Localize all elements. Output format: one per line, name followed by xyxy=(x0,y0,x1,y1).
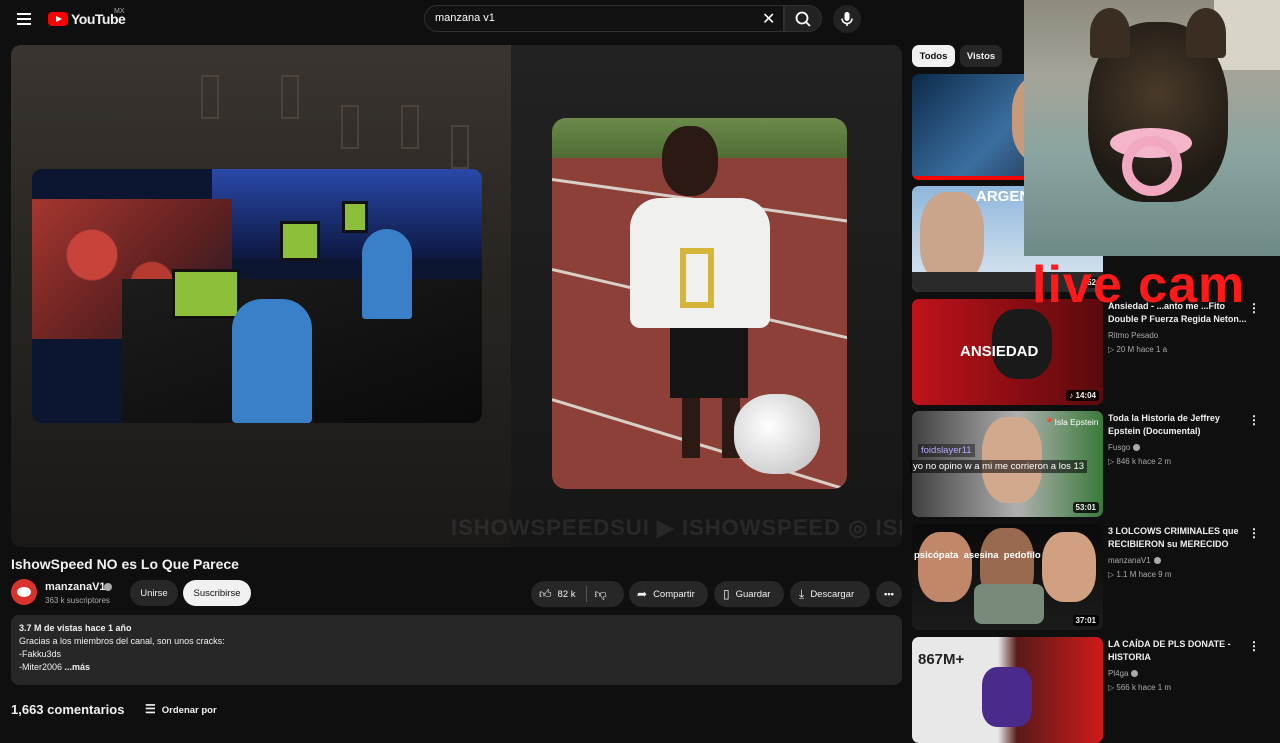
channel-name[interactable]: Fusgo xyxy=(1108,443,1141,452)
like-button[interactable]: 👍︎ 82 k xyxy=(539,587,576,602)
description-line: -Miter2006 xyxy=(19,662,63,672)
thumbnail-text: 867M+ xyxy=(918,651,965,668)
search-icon xyxy=(795,11,811,27)
sort-by-button[interactable]: ☰ Ordenar por xyxy=(145,702,217,716)
thumbs-up-icon: 👍︎ xyxy=(539,586,552,601)
video-duration: 53:01 xyxy=(1072,502,1099,513)
like-count: 82 k xyxy=(557,588,576,600)
video-duration: ♪ 14:04 xyxy=(1066,390,1099,401)
video-title: IshowSpeed NO es Lo Que Parece xyxy=(11,556,239,572)
join-label: Unirse xyxy=(140,587,168,599)
football-kid-image xyxy=(552,118,847,489)
more-vertical-icon[interactable]: ⋮ xyxy=(1248,413,1260,427)
description-line: Gracias a los miembros del canal, son un… xyxy=(19,636,225,646)
chat-username: foidslayer11 xyxy=(918,444,975,457)
logo-country: MX xyxy=(114,8,125,15)
save-label: Guardar xyxy=(735,588,771,600)
thumbs-down-icon: 👎︎ xyxy=(594,586,607,601)
channel-name[interactable]: Pl4ga xyxy=(1108,669,1139,678)
recommendation-item[interactable]: psicópata asesina pedofilo 37:01 3 LOLCO… xyxy=(912,524,1272,630)
share-icon: ➦ xyxy=(637,587,648,601)
channel-avatar[interactable] xyxy=(11,579,37,605)
subscribe-button[interactable]: Suscribirse xyxy=(183,580,251,606)
description-line: -Fakku3ds xyxy=(19,649,62,659)
bookmark-icon: ▯ xyxy=(723,587,730,601)
recommendation-item[interactable]: 867M+ LA CAÍDA DE PLS DONATE - HISTORIA … xyxy=(912,637,1272,743)
description-box[interactable]: 3.7 M de vistas hace 1 año Gracias a los… xyxy=(11,615,902,685)
verified-icon xyxy=(104,583,112,591)
share-label: Compartir xyxy=(653,588,695,600)
sort-icon: ☰ xyxy=(145,702,156,716)
more-vertical-icon[interactable]: ⋮ xyxy=(1248,639,1260,653)
sort-label: Ordenar por xyxy=(161,705,217,716)
video-player[interactable]: ISHOWSPEEDSUI ▶ ISHOWSPEED ◎ ISHOWSPEED xyxy=(11,45,902,547)
view-count-date: 3.7 M de vistas hace 1 año xyxy=(19,623,132,633)
show-more-link[interactable]: ...más xyxy=(65,662,91,672)
youtube-logo[interactable]: YouTube MX xyxy=(48,8,126,29)
video-meta: ▷ 846 k hace 2 m xyxy=(1108,457,1172,466)
thumbnail-text: 📍Isla Epstein xyxy=(1044,417,1099,427)
search-input[interactable]: manzana v1 xyxy=(435,12,495,24)
search-box[interactable]: manzana v1 ✕ xyxy=(424,5,784,32)
verified-icon xyxy=(1131,670,1139,677)
channel-name[interactable]: Ritmo Pesado xyxy=(1108,331,1158,340)
thumbnail-text: ANSIEDAD xyxy=(960,343,1039,360)
thumbnail-text: psicópata asesina pedofilo xyxy=(914,550,1041,561)
save-button[interactable]: ▯ Guardar xyxy=(714,581,784,607)
video-thumbnail[interactable]: psicópata asesina pedofilo 37:01 xyxy=(912,524,1103,630)
video-meta: ▷ 1.1 M hace 9 m xyxy=(1108,570,1172,579)
join-button[interactable]: Unirse xyxy=(130,580,178,606)
dislike-button[interactable]: 👎︎ xyxy=(595,587,613,602)
video-title[interactable]: LA CAÍDA DE PLS DONATE - HISTORIA xyxy=(1108,638,1248,664)
channel-name[interactable]: manzanaV1 xyxy=(1108,556,1161,565)
channel-name[interactable]: manzanaV1 xyxy=(45,581,106,593)
search-button[interactable] xyxy=(784,5,822,32)
chat-message: yo no opino w a mi me corrieron a los 13 xyxy=(910,460,1088,473)
more-vertical-icon[interactable]: ⋮ xyxy=(1248,301,1260,315)
subscriber-count: 363 k suscriptores xyxy=(45,596,110,605)
voice-search-button[interactable] xyxy=(833,5,861,33)
live-cam-label: live cam xyxy=(1032,256,1246,314)
download-label: Descargar xyxy=(810,588,855,600)
verified-icon xyxy=(1133,444,1141,451)
webcam-overlay xyxy=(1024,0,1280,256)
clear-search-icon[interactable]: ✕ xyxy=(762,9,775,29)
more-vertical-icon[interactable]: ⋮ xyxy=(1248,526,1260,540)
video-thumbnail[interactable]: 867M+ xyxy=(912,637,1103,743)
comments-count: 1,663 comentarios xyxy=(11,702,125,717)
microphone-icon xyxy=(841,12,853,26)
chip-todos[interactable]: Todos xyxy=(912,45,955,67)
video-title[interactable]: Toda la Historia de Jeffrey Epstein (Doc… xyxy=(1108,412,1248,438)
video-duration: 37:01 xyxy=(1072,615,1099,626)
chip-label: Vistos xyxy=(966,50,996,62)
video-watermark: ISHOWSPEEDSUI ▶ ISHOWSPEED ◎ ISHOWSPEED xyxy=(451,515,902,540)
play-logo-icon xyxy=(48,12,68,26)
download-icon: ⤓ xyxy=(799,586,805,601)
more-horizontal-icon: ••• xyxy=(884,588,894,600)
like-dislike-group: 👍︎ 82 k 👎︎ xyxy=(531,581,624,607)
more-actions-button[interactable]: ••• xyxy=(876,581,902,607)
video-meta: ▷ 566 k hace 1 m xyxy=(1108,683,1172,692)
thumbnail-text: ARGEN xyxy=(976,188,1031,205)
pacifier-image xyxy=(1122,136,1182,196)
chip-label: Todos xyxy=(919,50,948,62)
share-button[interactable]: ➦ Compartir xyxy=(629,581,708,607)
video-meta: ▷ 20 M hace 1 a xyxy=(1108,345,1168,354)
esports-image xyxy=(32,169,482,423)
download-button[interactable]: ⤓ Descargar xyxy=(790,581,870,607)
subscribe-label: Suscribirse xyxy=(193,587,241,599)
menu-icon[interactable] xyxy=(14,9,34,29)
video-title[interactable]: 3 LOLCOWS CRIMINALES que RECIBIERON su M… xyxy=(1108,525,1248,551)
verified-icon xyxy=(1153,557,1161,564)
chip-vistos[interactable]: Vistos xyxy=(960,45,1002,67)
